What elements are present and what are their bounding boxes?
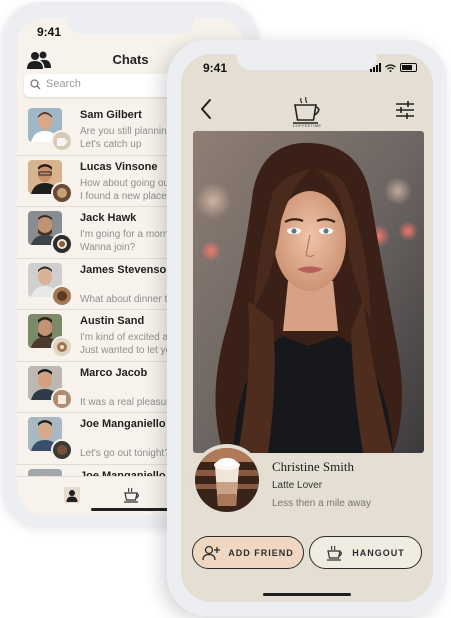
battery-icon (400, 63, 417, 72)
profile-photo (193, 131, 424, 453)
add-friend-button[interactable]: ADD FRIEND (192, 536, 304, 569)
coffee-cup-icon[interactable] (123, 487, 141, 503)
coffee-mug-icon (51, 284, 73, 307)
coffee-mug-icon (51, 181, 73, 204)
home-indicator (263, 593, 351, 596)
status-time: 9:41 (37, 25, 62, 39)
chat-preview: I found a new place, (80, 190, 170, 202)
chat-name: Austin Sand (80, 315, 145, 327)
profile-screen: 9:41 COFFEETIME Christine Smith Latte Lo… (181, 54, 433, 602)
filter-sliders-icon[interactable] (395, 100, 415, 120)
chat-preview: Let's catch up (80, 139, 142, 150)
coffee-mug-icon (51, 233, 73, 255)
chat-preview: I'm kind of excited ab (80, 332, 174, 343)
coffee-logo-icon (293, 96, 320, 124)
logo-text: COFFEETIME (292, 123, 322, 128)
coffee-mug-icon (51, 130, 73, 152)
chat-preview: Wanna join? (80, 242, 136, 253)
chat-preview: Let's go out tonight? (80, 448, 170, 459)
coffee-mug-icon (51, 439, 73, 461)
status-icons (370, 63, 417, 72)
add-user-icon (202, 545, 221, 560)
notch (66, 18, 195, 34)
chat-preview: Are you still planning (80, 126, 173, 137)
status-time: 9:41 (203, 61, 228, 75)
add-friend-label: ADD FRIEND (228, 547, 294, 558)
chat-name: Jack Hawk (80, 212, 137, 224)
hangout-label: HANGOUT (352, 547, 405, 558)
chat-preview: It was a real pleasure (80, 396, 176, 408)
chat-name: Sam Gilbert (80, 109, 142, 121)
profile-tagline: Latte Lover (272, 480, 323, 491)
chat-preview: What about dinner to (80, 293, 173, 305)
chat-preview: I'm going for a morni (80, 229, 171, 240)
latte-glass-icon (195, 448, 259, 512)
coffee-mug-icon (51, 387, 73, 410)
back-chevron-icon[interactable] (199, 98, 213, 120)
profile-distance: Less then a mile away (272, 498, 371, 509)
wifi-icon (385, 63, 396, 72)
profile-name: Christine Smith (272, 459, 354, 474)
chat-name: Lucas Vinsone (80, 160, 158, 173)
chat-preview: How about going out (80, 177, 172, 189)
chat-name: Marco Jacob (80, 366, 148, 379)
hangout-button[interactable]: HANGOUT (309, 536, 422, 569)
coffee-cup-icon (327, 545, 343, 561)
person-icon[interactable] (64, 487, 80, 503)
profile-phone: 9:41 COFFEETIME Christine Smith Latte Lo… (167, 40, 447, 616)
chat-name: Joe Manganiello (80, 418, 166, 430)
drink-avatar (191, 444, 263, 516)
signal-icon (370, 63, 381, 72)
search-icon (30, 79, 41, 90)
coffee-mug-icon (51, 336, 73, 358)
notch (237, 54, 377, 70)
home-indicator (90, 508, 171, 511)
status-bar: 9:41 (181, 54, 433, 84)
chat-name: James Stevenson (80, 263, 173, 276)
chat-preview: Just wanted to let yo (80, 345, 172, 356)
